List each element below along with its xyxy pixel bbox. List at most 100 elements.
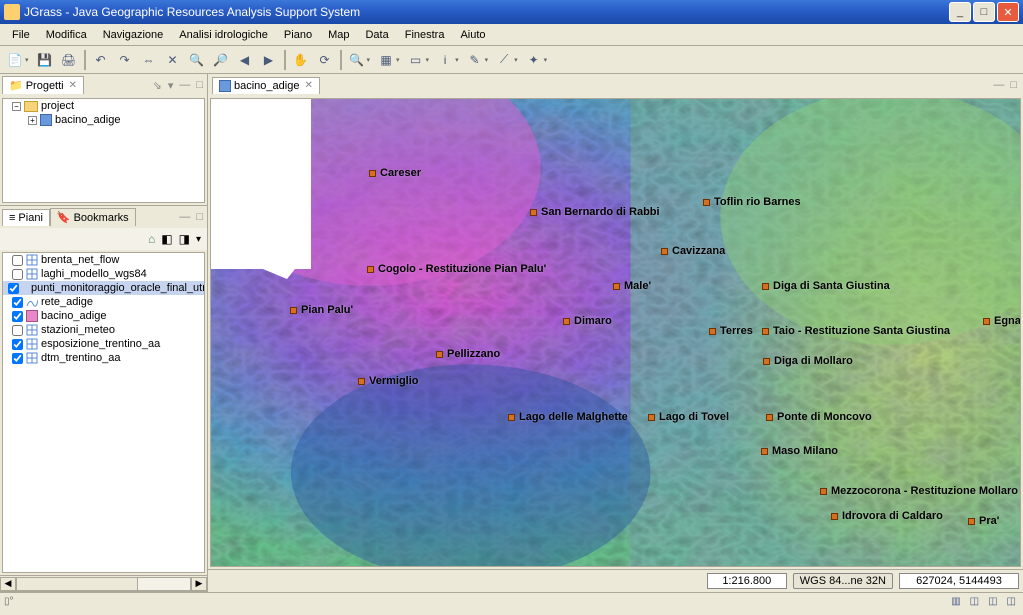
map-feature-label: Diga di Santa Giustina [762, 280, 890, 292]
maximize-pane-icon[interactable]: □ [194, 79, 205, 91]
zoomout-icon[interactable]: 🔎 [210, 49, 232, 71]
layer-row[interactable]: dtm_trentino_aa [3, 351, 204, 365]
tab-progetti[interactable]: 📁 Progetti ✕ [2, 76, 84, 94]
perspective3-icon[interactable]: ◫ [1004, 596, 1019, 607]
minimize-pane-icon[interactable]: — [991, 79, 1006, 91]
bookmark-icon: 🔖 [57, 211, 71, 224]
layer-visibility-checkbox[interactable] [12, 311, 23, 322]
close-button[interactable]: ✕ [997, 2, 1019, 22]
layer-name: laghi_modello_wgs84 [41, 268, 147, 280]
scroll-left-arrow[interactable]: ◀ [0, 577, 16, 591]
map-feature-label: Ponte di Moncovo [766, 411, 872, 423]
menu-bar: File Modifica Navigazione Analisi idrolo… [0, 24, 1023, 46]
map-icon [40, 114, 52, 126]
menu-icon[interactable]: ▾ [166, 79, 176, 92]
menu-data[interactable]: Data [357, 27, 396, 43]
layer-visibility-checkbox[interactable] [12, 339, 23, 350]
layer-row[interactable]: punti_monitoraggio_oracle_final_utm_c [3, 281, 204, 295]
clear-icon[interactable]: ▭ [405, 49, 427, 71]
close-tab-icon[interactable]: ✕ [69, 80, 77, 91]
layer-row[interactable]: rete_adige [3, 295, 204, 309]
close-tab-icon[interactable]: ✕ [304, 80, 312, 91]
minimize-button[interactable]: _ [949, 2, 971, 22]
layer-visibility-checkbox[interactable] [12, 269, 23, 280]
zoomin-icon[interactable]: 🔍 [186, 49, 208, 71]
map-feature-label: Dimaro [563, 315, 612, 327]
fastview-icon[interactable]: ▯° [4, 596, 14, 607]
measure-icon[interactable]: ⟋ [493, 49, 515, 71]
perspective2-icon[interactable]: ◫ [985, 596, 1000, 607]
toggle2-icon[interactable]: ◨ [179, 232, 190, 246]
minimize-pane-icon[interactable]: — [177, 79, 192, 91]
map-feature-label: Toflin rio Barnes [703, 196, 801, 208]
layer-row[interactable]: stazioni_meteo [3, 323, 204, 337]
scroll-thumb[interactable] [17, 578, 138, 590]
menu-navigation[interactable]: Navigazione [95, 27, 172, 43]
tree-root[interactable]: − project [3, 99, 204, 113]
horizontal-scrollbar[interactable]: ◀ ▶ [0, 575, 207, 591]
menu-help[interactable]: Aiuto [452, 27, 493, 43]
tab-progetti-label: Progetti [26, 80, 64, 92]
tab-mapview-label: bacino_adige [234, 80, 299, 92]
maximize-button[interactable]: □ [973, 2, 995, 22]
perspective1-icon[interactable]: ◫ [967, 596, 982, 607]
map-canvas[interactable]: Careser San Bernardo di Rabbi Toflin rio B… [210, 98, 1021, 567]
map-feature-label: San Bernardo di Rabbi [530, 206, 660, 218]
crs-button[interactable]: WGS 84...ne 32N [793, 573, 893, 589]
menu-piano[interactable]: Piano [276, 27, 320, 43]
minimize-pane-icon[interactable]: — [177, 211, 192, 223]
style-icon[interactable]: ✦ [523, 49, 545, 71]
scroll-track[interactable] [16, 577, 191, 591]
layer-visibility-checkbox[interactable] [12, 297, 23, 308]
layer-name: stazioni_meteo [41, 324, 115, 336]
fullextent-icon[interactable]: ✕ [162, 49, 184, 71]
expand-toggle[interactable]: + [28, 116, 37, 125]
layer-visibility-checkbox[interactable] [12, 325, 23, 336]
projects-tree: − project + bacino_adige [2, 98, 205, 203]
select-icon[interactable]: ▦ [375, 49, 397, 71]
tab-piani[interactable]: ≡ Piani [2, 209, 50, 226]
tab-mapview[interactable]: bacino_adige ✕ [212, 77, 320, 94]
toggle1-icon[interactable]: ◧ [161, 232, 172, 246]
menu-window[interactable]: Finestra [397, 27, 453, 43]
undo-icon[interactable]: ↶ [90, 49, 112, 71]
layer-row[interactable]: brenta_net_flow [3, 253, 204, 267]
layer-visibility-checkbox[interactable] [8, 283, 19, 294]
show-view-icon[interactable]: ▥ [948, 596, 963, 607]
collapse-icon[interactable]: ⇘ [151, 79, 164, 92]
layer-visibility-checkbox[interactable] [12, 353, 23, 364]
redo-icon[interactable]: ↷ [114, 49, 136, 71]
pane-menu-icon[interactable]: ▾ [196, 234, 201, 245]
scroll-right-arrow[interactable]: ▶ [191, 577, 207, 591]
map-feature-label: Terres [709, 325, 753, 337]
nextextent-icon[interactable]: ▶ [258, 49, 280, 71]
layer-row[interactable]: bacino_adige [3, 309, 204, 323]
layer-visibility-checkbox[interactable] [12, 255, 23, 266]
maximize-pane-icon[interactable]: □ [1008, 79, 1019, 91]
map-feature-label: Maso Milano [761, 445, 838, 457]
info-icon[interactable]: i [434, 49, 456, 71]
layer-row[interactable]: laghi_modello_wgs84 [3, 267, 204, 281]
scale-display[interactable]: 1:216.800 [707, 573, 787, 589]
prevextent-icon[interactable]: ◀ [234, 49, 256, 71]
new-icon[interactable]: 📄 [4, 49, 26, 71]
home-icon[interactable]: ⌂ [148, 232, 155, 246]
refresh-icon[interactable]: ⟳ [314, 49, 336, 71]
collapse-toggle[interactable]: − [12, 102, 21, 111]
save-icon[interactable]: 💾 [34, 49, 56, 71]
edit-icon[interactable]: ✎ [464, 49, 486, 71]
tree-child[interactable]: + bacino_adige [3, 113, 204, 127]
zoom2-icon[interactable]: 🔍 [346, 49, 368, 71]
move-icon[interactable]: ⇔ [138, 49, 160, 71]
tab-bookmarks[interactable]: 🔖 Bookmarks [50, 208, 136, 226]
menu-file[interactable]: File [4, 27, 38, 43]
map-feature-label: Careser [369, 167, 421, 179]
menu-hydro[interactable]: Analisi idrologiche [171, 27, 276, 43]
app-icon [4, 4, 20, 20]
pan-icon[interactable]: ✋ [290, 49, 312, 71]
menu-map[interactable]: Map [320, 27, 357, 43]
menu-edit[interactable]: Modifica [38, 27, 95, 43]
layer-row[interactable]: esposizione_trentino_aa [3, 337, 204, 351]
print-icon[interactable]: 🖨 [58, 49, 80, 71]
maximize-pane-icon[interactable]: □ [194, 211, 205, 223]
